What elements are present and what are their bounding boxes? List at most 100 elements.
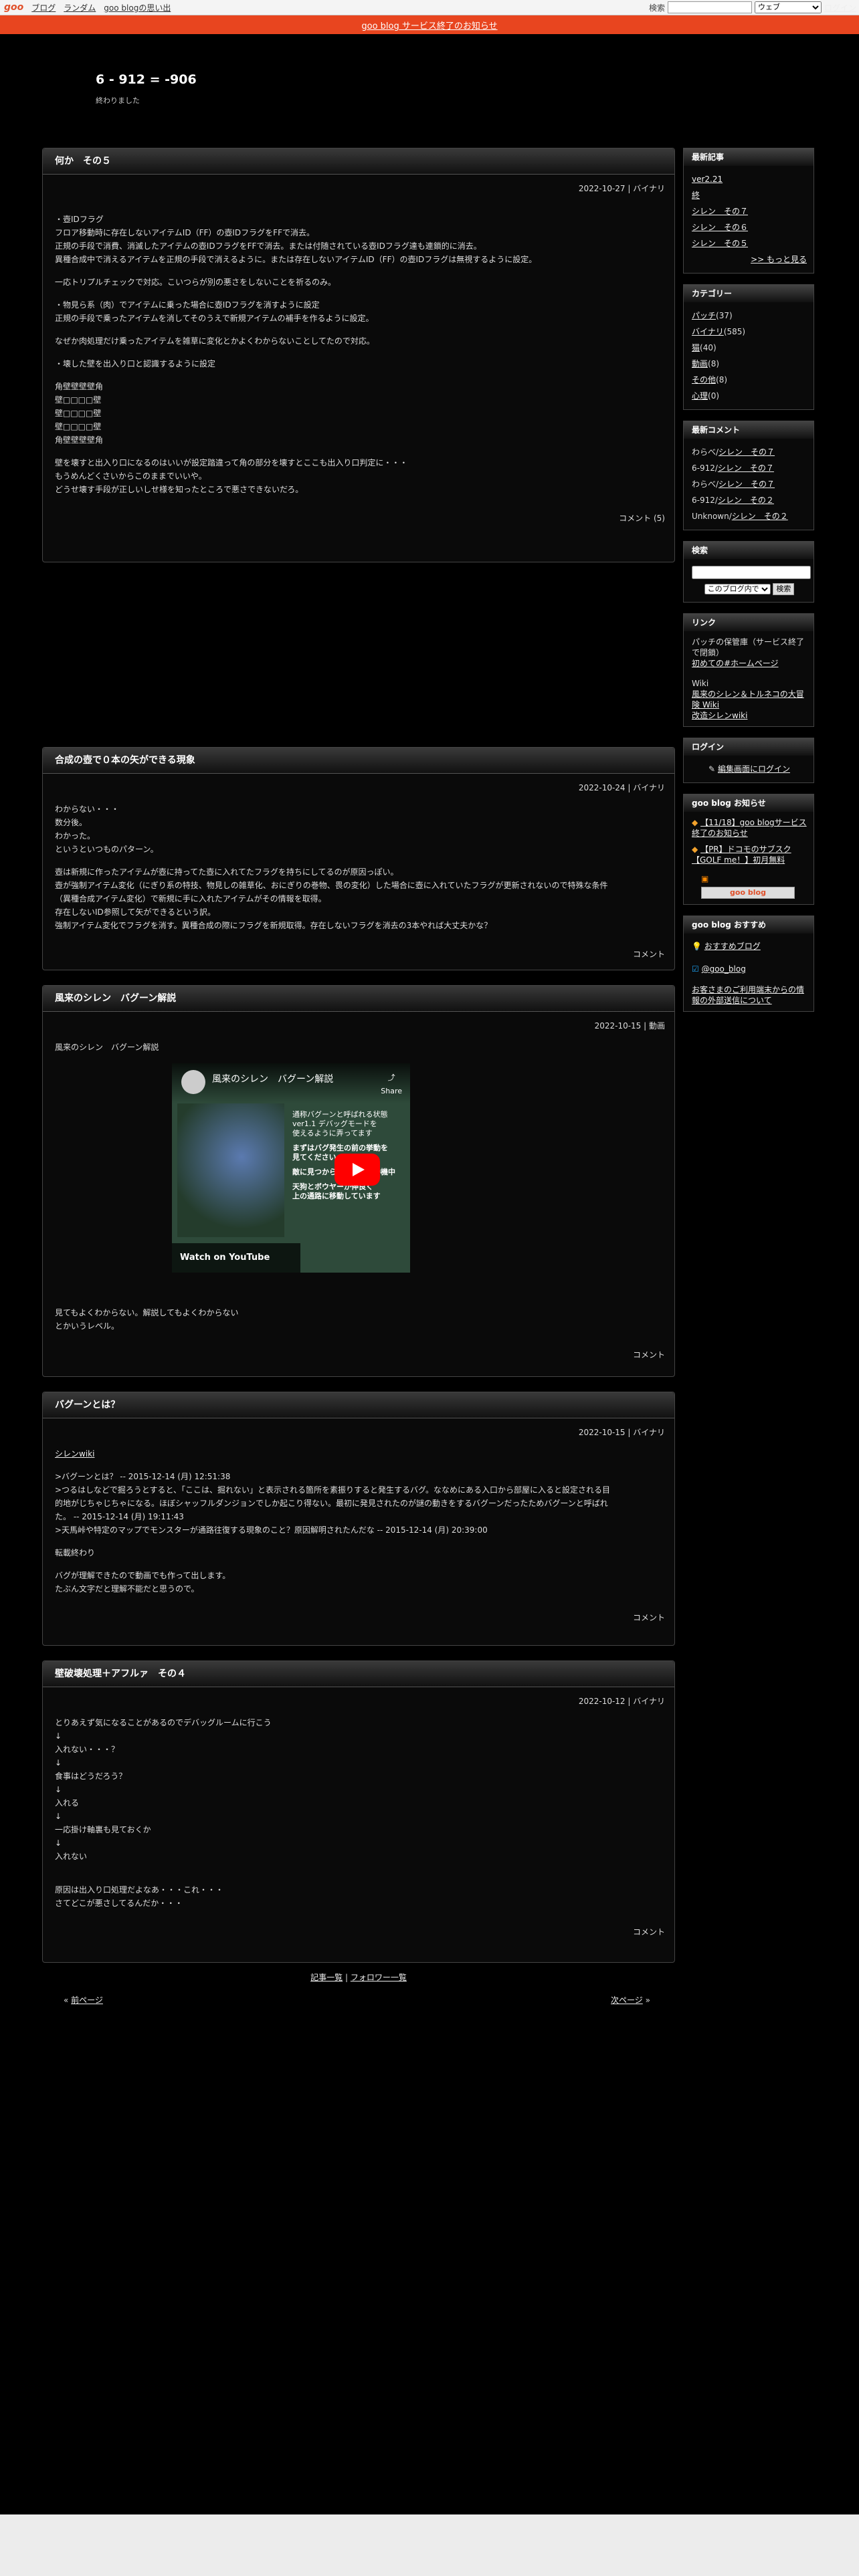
- category-link[interactable]: バイナリ: [692, 327, 724, 336]
- comment-entry-link[interactable]: シレン その２: [718, 496, 774, 505]
- comment-link[interactable]: コメント: [43, 1605, 674, 1631]
- category-link[interactable]: その他: [692, 375, 716, 385]
- recent-entries-title: 最新記事: [684, 148, 814, 166]
- link-item[interactable]: 初めての#ホームページ: [692, 659, 778, 668]
- categories-title: カテゴリー: [684, 285, 814, 302]
- category-link[interactable]: 猫: [692, 343, 700, 352]
- share-button[interactable]: ⤴ Share: [381, 1071, 402, 1098]
- comment-entry-link[interactable]: シレン その７: [719, 447, 775, 457]
- search-scope-select[interactable]: ウェブ: [754, 1, 822, 13]
- entry-title[interactable]: バグーンとは？: [43, 1392, 674, 1418]
- category-count: (0): [708, 391, 720, 401]
- wiki-link[interactable]: 風来のシレン＆トルネコの大冒険 Wiki: [692, 689, 804, 710]
- watch-on-youtube[interactable]: Watch on YouTube: [172, 1243, 300, 1273]
- wiki-link[interactable]: シレンwiki: [55, 1449, 94, 1459]
- blog-search-button[interactable]: 検索: [773, 583, 795, 595]
- recent-entry-link[interactable]: ver2.21: [692, 175, 723, 184]
- comment-link[interactable]: コメント: [43, 942, 674, 968]
- categories: カテゴリー パッチ(37) バイナリ(585) 猫(40) 動画(8) その他(…: [683, 284, 814, 410]
- rss-icon[interactable]: ▣: [701, 874, 708, 883]
- comment-author: 6-912/: [692, 463, 718, 473]
- play-icon[interactable]: [335, 1154, 380, 1186]
- category-link[interactable]: パッチ: [692, 311, 716, 320]
- main-column: 何か その５ 2022-10-27 | バイナリ ・壺IDフラグ フロア移動時に…: [42, 148, 675, 1977]
- news-link[interactable]: 【11/18】goo blogサービス終了のお知らせ: [692, 818, 807, 838]
- recent-entry-link[interactable]: シレン その５: [692, 239, 748, 248]
- top-search: 検索 ウェブ ログイン: [649, 1, 856, 13]
- entry-title[interactable]: 合成の壺で０本の矢ができる現象: [43, 748, 674, 774]
- prev-page[interactable]: « 前ページ: [64, 1994, 103, 2006]
- blog-search-scope[interactable]: このブログ内で: [704, 584, 771, 595]
- links-title: リンク: [684, 614, 814, 631]
- pencil-icon: ✎: [708, 764, 716, 774]
- next-page[interactable]: 次ページ »: [611, 1994, 650, 2006]
- category-link[interactable]: 心理: [692, 391, 708, 401]
- comment-entry-link[interactable]: シレン その２: [732, 512, 788, 521]
- entry-meta: 2022-10-15 | バイナリ: [578, 1428, 665, 1437]
- video-title[interactable]: 風来のシレン バグーン解説: [212, 1073, 333, 1086]
- channel-avatar[interactable]: [181, 1070, 205, 1094]
- comment-entry-link[interactable]: シレン その７: [719, 479, 775, 489]
- nav-blog[interactable]: ブログ: [31, 2, 56, 13]
- category-count: (8): [708, 359, 720, 368]
- wiki-link[interactable]: 改造シレンwiki: [692, 711, 747, 720]
- login-title: ログイン: [684, 738, 814, 756]
- twitter-icon[interactable]: ☑: [692, 964, 699, 974]
- news-link[interactable]: 【PR】ドコモのサブスク【GOLF me！】初月無料: [692, 845, 791, 865]
- edit-login-link[interactable]: 編集画面にログイン: [718, 764, 790, 774]
- goo-blog-button[interactable]: goo blog: [701, 887, 795, 899]
- bullet-icon: ◆: [692, 818, 698, 827]
- goo-recommend-title: goo blog おすすめ: [684, 916, 814, 934]
- entry: バグーンとは？ 2022-10-15 | バイナリ シレンwiki >バグーンと…: [42, 1392, 675, 1646]
- entry-list-links: 記事一覧 | フォロワー一覧: [310, 1973, 407, 1982]
- entry-paragraph: 角壁壁壁壁角 壁□□□□壁 壁□□□□壁 壁□□□□壁 角壁壁壁壁角: [55, 382, 104, 445]
- blog-search-input[interactable]: [692, 565, 811, 579]
- category-link[interactable]: 動画: [692, 359, 708, 368]
- entry-title[interactable]: 壁破壊処理＋アフルァ その４: [43, 1661, 674, 1687]
- recent-entry-link[interactable]: シレン その７: [692, 207, 748, 216]
- nav-random[interactable]: ランダム: [64, 2, 96, 13]
- next-page-link[interactable]: 次ページ: [611, 1996, 643, 2005]
- entry-paragraph: 壺は新規に作ったアイテムが壺に持ってた壺に入れてたフラグを持ちにしてるのが原因っ…: [55, 867, 608, 930]
- bullet-icon: ◆: [692, 845, 698, 854]
- follower-list-link[interactable]: フォロワー一覧: [351, 1973, 407, 1982]
- blog-title[interactable]: 6 - 912 = -906: [96, 72, 197, 87]
- recommend-link[interactable]: おすすめブログ: [704, 942, 761, 951]
- video-thumbnail: [177, 1103, 284, 1237]
- prev-page-link[interactable]: 前ページ: [71, 1996, 103, 2005]
- entry-paragraph: 風来のシレン バグーン解説: [55, 1043, 159, 1052]
- recent-entry-link[interactable]: 終: [692, 191, 700, 200]
- entry-paragraph: >バグーンとは？ -- 2015-12-14 (月) 12:51:38 >つるは…: [55, 1472, 611, 1535]
- entry-paragraph: ・物見ら系（肉）でアイテムに乗った場合に壺IDフラグを消すように設定 正規の手段…: [55, 300, 374, 323]
- service-end-link[interactable]: goo blog サービス終了のお知らせ: [361, 19, 497, 31]
- entry-title[interactable]: 風来のシレン バグーン解説: [43, 986, 674, 1012]
- twitter-link[interactable]: @goo_blog: [702, 964, 746, 974]
- entry-paragraph: 壁を壊すと出入り口になるのはいいが設定踏違って角の部分を壊すとここも出入り口判定…: [55, 458, 408, 494]
- login-link[interactable]: ログイン: [824, 2, 856, 13]
- category-count: (40): [700, 343, 717, 352]
- more-link[interactable]: >> もっと見る: [751, 255, 807, 264]
- entry-paragraph: ・壊した壁を出入り口と認識するように設定: [55, 359, 216, 368]
- entry-paragraph: バグが理解できたので動画でも作って出します。 たぶん文字だと理解不能だと思うので…: [55, 1571, 231, 1594]
- comment-entry-link[interactable]: シレン その７: [718, 463, 774, 473]
- comment-link[interactable]: コメント: [43, 1919, 674, 1945]
- top-search-input[interactable]: [667, 1, 752, 13]
- entry-paragraph: わからない・・・ 数分後。 わかった。 というといつものパターン。: [55, 804, 159, 854]
- login-box: ログイン ✎ 編集画面にログイン: [683, 738, 814, 783]
- recent-entries: 最新記事 ver2.21 終 シレン その７ シレン その６ シレン その５ >…: [683, 148, 814, 274]
- recent-entry-link[interactable]: シレン その６: [692, 223, 748, 232]
- nav-memories[interactable]: goo blogの思い出: [104, 2, 171, 13]
- comment-link[interactable]: コメント: [43, 1342, 674, 1368]
- comment-link[interactable]: コメント (5): [43, 506, 674, 532]
- youtube-embed[interactable]: 風来のシレン バグーン解説 ⤴ Share 通称バグーンと呼ばれる状態 ver1.…: [172, 1063, 410, 1273]
- goo-news: goo blog お知らせ ◆ 【11/18】goo blogサービス終了のお知…: [683, 794, 814, 905]
- goo-logo[interactable]: goo: [4, 2, 23, 13]
- overlay-line: 上の通路に移動しています: [292, 1192, 381, 1200]
- privacy-link[interactable]: お客さまのご利用端末からの情報の外部送信について: [692, 985, 804, 1005]
- entry-list-link[interactable]: 記事一覧: [310, 1973, 343, 1982]
- watch-on-label: Watch on: [180, 1253, 226, 1263]
- links: リンク パッチの保管庫（サービス終了で閉鎖） 初めての#ホームページ Wiki …: [683, 613, 814, 727]
- entry-title[interactable]: 何か その５: [43, 148, 674, 175]
- footer-bar: [0, 2514, 859, 2576]
- entry-paragraph: なぜか肉処理だけ乗ったアイテムを雑草に変化とかよくわからないことしてたので対応。: [55, 336, 375, 346]
